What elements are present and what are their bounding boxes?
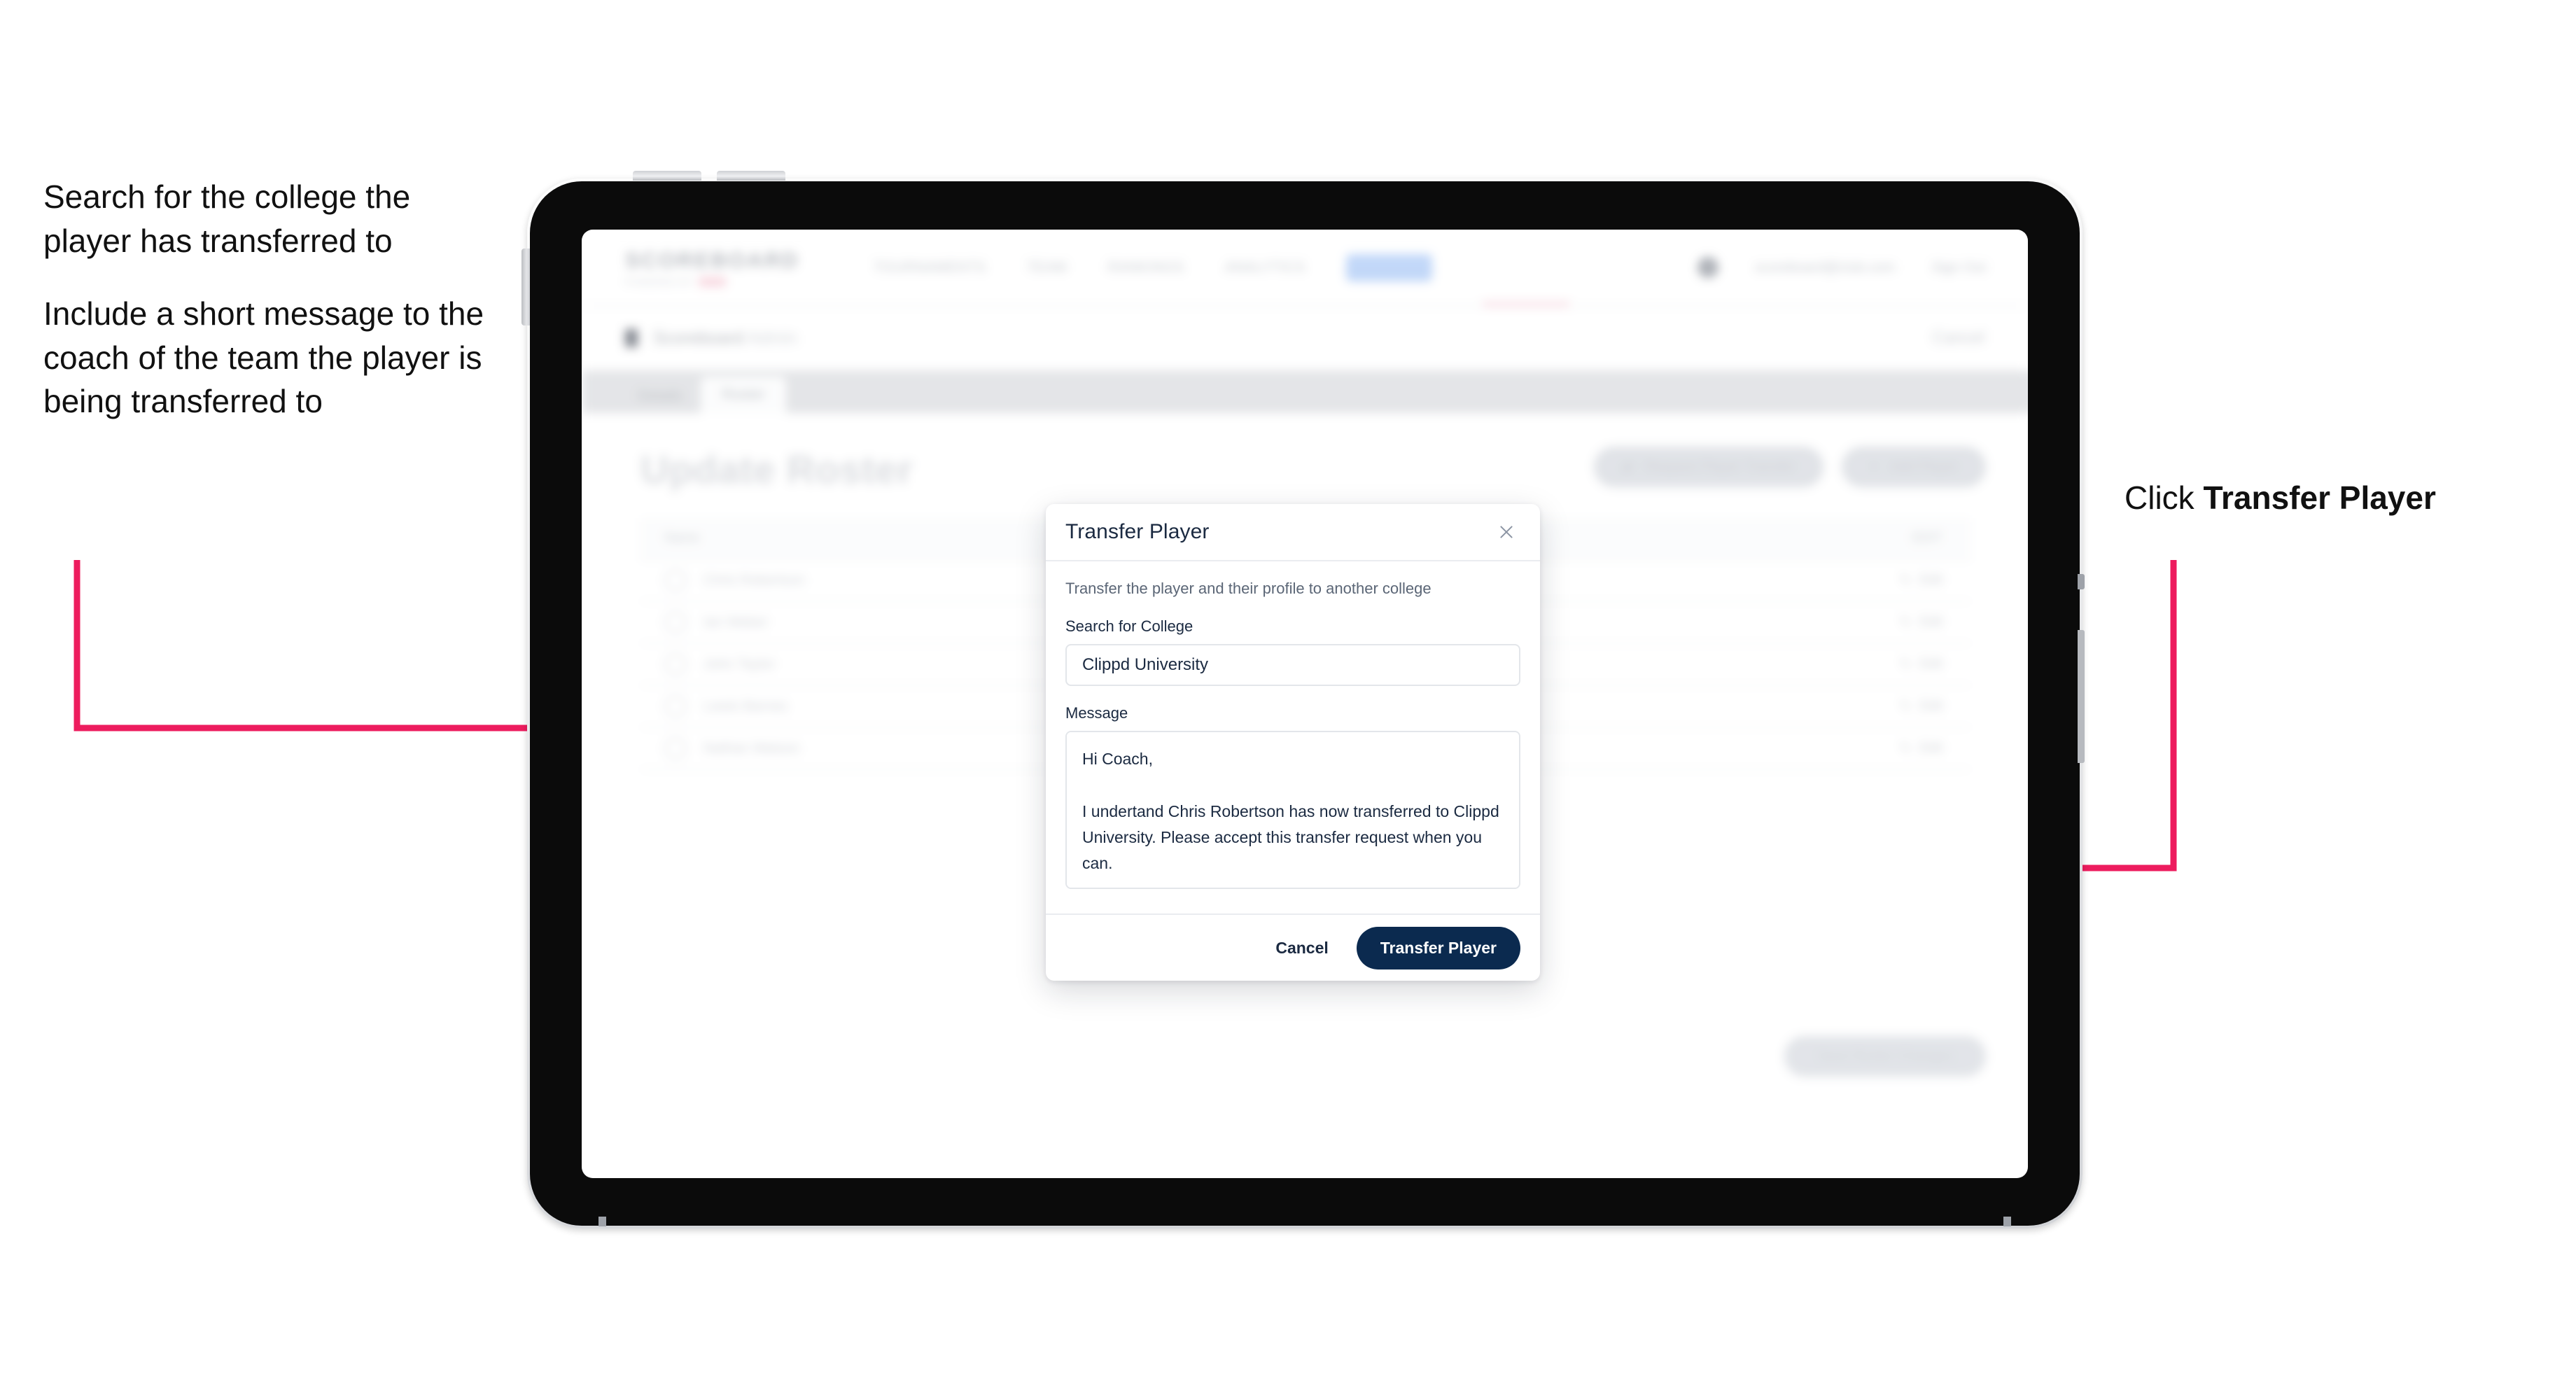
close-icon[interactable] bbox=[1492, 518, 1520, 546]
frame-foot-right bbox=[2003, 1217, 2011, 1226]
breadcrumb-title: Scoreboard Admin bbox=[653, 328, 797, 349]
request-player-transfer-button[interactable]: ⇄ Request Player Transfer bbox=[1594, 447, 1824, 487]
sign-out-link[interactable]: Sign Out bbox=[1931, 260, 1986, 276]
row-checkbox[interactable] bbox=[664, 737, 687, 760]
brand-tagline: POWERED BY xxx bbox=[625, 276, 799, 287]
breadcrumb: Scoreboard Admin Cancel bbox=[582, 307, 2028, 371]
pencil-icon: ✎ bbox=[1900, 741, 1912, 756]
transfer-player-dialog: Transfer Player Transfer the player and … bbox=[1046, 504, 1540, 981]
dialog-footer: Cancel Transfer Player bbox=[1046, 913, 1540, 981]
player-name: Ian Weber bbox=[704, 614, 768, 630]
annotation-right-bold: Transfer Player bbox=[2203, 479, 2436, 516]
nav-item-team[interactable]: TEAM bbox=[1027, 260, 1068, 276]
frame-foot-left bbox=[598, 1217, 606, 1226]
column-header-edit: EDIT bbox=[1912, 531, 1942, 545]
annotation-left-line-2: Include a short message to the coach of … bbox=[43, 295, 484, 420]
save-roster-changes-button[interactable]: Save Roster Changes bbox=[1784, 1036, 1986, 1077]
breadcrumb-icon bbox=[625, 329, 638, 347]
annotation-right-prefix: Click bbox=[2124, 479, 2204, 516]
tab-details[interactable]: Details bbox=[620, 379, 701, 413]
message-field-label: Message bbox=[1065, 704, 1128, 722]
app-top-navbar: SCOREBOARD POWERED BY xxx TOURNAMENTS TE… bbox=[582, 230, 2028, 307]
edit-action[interactable]: ✎ Edit bbox=[1900, 615, 1942, 631]
row-checkbox[interactable] bbox=[664, 611, 687, 634]
app-tab-bar: Details Roster bbox=[582, 371, 2028, 413]
breadcrumb-main: Scoreboard bbox=[653, 328, 744, 348]
edit-action[interactable]: ✎ Edit bbox=[1900, 573, 1942, 589]
dialog-title: Transfer Player bbox=[1065, 520, 1210, 543]
avatar[interactable] bbox=[1697, 257, 1718, 278]
row-checkbox[interactable] bbox=[664, 653, 687, 676]
volume-down-button[interactable] bbox=[717, 171, 785, 181]
edit-label: Edit bbox=[1919, 573, 1942, 587]
pencil-icon: ✎ bbox=[1900, 657, 1912, 672]
player-name: Nathan Watson bbox=[704, 740, 800, 756]
player-name: Chris Robertson bbox=[704, 572, 805, 588]
edit-action[interactable]: ✎ Edit bbox=[1900, 657, 1942, 673]
brand-badge: xxx bbox=[699, 276, 726, 286]
brand-tagline-text: POWERED BY bbox=[625, 276, 694, 287]
plus-icon: + bbox=[1870, 458, 1879, 475]
add-player-button[interactable]: + Add Player bbox=[1842, 447, 1986, 487]
annotation-left: Search for the college the player has tr… bbox=[43, 175, 491, 424]
pencil-icon: ✎ bbox=[1900, 699, 1912, 714]
power-button[interactable] bbox=[2078, 574, 2085, 589]
page-action-buttons: ⇄ Request Player Transfer + Add Player bbox=[1594, 447, 1986, 487]
college-search-input[interactable] bbox=[1065, 644, 1520, 686]
pencil-icon: ✎ bbox=[1900, 615, 1912, 630]
request-player-transfer-label: Request Player Transfer bbox=[1644, 458, 1796, 475]
dialog-body: Transfer the player and their profile to… bbox=[1046, 561, 1540, 913]
tab-roster[interactable]: Roster bbox=[701, 377, 787, 413]
transfer-player-button[interactable]: Transfer Player bbox=[1356, 926, 1520, 969]
page-title: Update Roster bbox=[640, 447, 913, 491]
add-player-label: Add Player bbox=[1889, 458, 1958, 475]
app-logo[interactable]: SCOREBOARD POWERED BY xxx bbox=[625, 249, 799, 286]
cancel-button[interactable]: Cancel bbox=[1271, 938, 1332, 958]
nav-item-admin[interactable]: ADMIN bbox=[1345, 253, 1433, 281]
app-nav-items: TOURNAMENTS TEAM RANKINGS ANALYTICS ADMI… bbox=[874, 253, 1433, 281]
row-checkbox[interactable] bbox=[664, 569, 687, 592]
breadcrumb-suffix: Admin bbox=[747, 328, 797, 348]
nav-item-analytics[interactable]: ANALYTICS bbox=[1225, 260, 1306, 276]
player-name: John Taylor bbox=[704, 656, 775, 672]
volume-up-button[interactable] bbox=[633, 171, 701, 181]
tablet-screen: SCOREBOARD POWERED BY xxx TOURNAMENTS TE… bbox=[582, 230, 2028, 1178]
annotation-left-line-1: Search for the college the player has tr… bbox=[43, 178, 411, 259]
edit-action[interactable]: ✎ Edit bbox=[1900, 699, 1942, 715]
request-icon: ⇄ bbox=[1622, 459, 1634, 475]
nav-item-tournaments[interactable]: TOURNAMENTS bbox=[874, 260, 986, 276]
nav-active-underline bbox=[1483, 302, 1569, 306]
breadcrumb-cancel[interactable]: Cancel bbox=[1932, 328, 1984, 348]
college-field-label: Search for College bbox=[1065, 617, 1194, 635]
pencil-icon: ✎ bbox=[1900, 573, 1912, 588]
dialog-subtitle: Transfer the player and their profile to… bbox=[1065, 580, 1432, 597]
right-side-button[interactable] bbox=[2078, 630, 2085, 763]
edit-label: Edit bbox=[1919, 699, 1942, 713]
nav-item-rankings[interactable]: RANKINGS bbox=[1108, 260, 1184, 276]
message-textarea[interactable] bbox=[1065, 731, 1520, 889]
player-name: Lewis Barnes bbox=[704, 698, 788, 714]
app-account-area: scoreboard@club.com Sign Out bbox=[1697, 257, 1986, 278]
dialog-header: Transfer Player bbox=[1046, 504, 1540, 561]
edit-label: Edit bbox=[1919, 657, 1942, 671]
edit-label: Edit bbox=[1919, 741, 1942, 755]
row-checkbox[interactable] bbox=[664, 695, 687, 718]
annotation-right: Click Transfer Player bbox=[2124, 476, 2436, 520]
edit-action[interactable]: ✎ Edit bbox=[1900, 741, 1942, 757]
edit-label: Edit bbox=[1919, 615, 1942, 629]
brand-name: SCOREBOARD bbox=[625, 247, 799, 272]
account-email: scoreboard@club.com bbox=[1754, 259, 1896, 275]
